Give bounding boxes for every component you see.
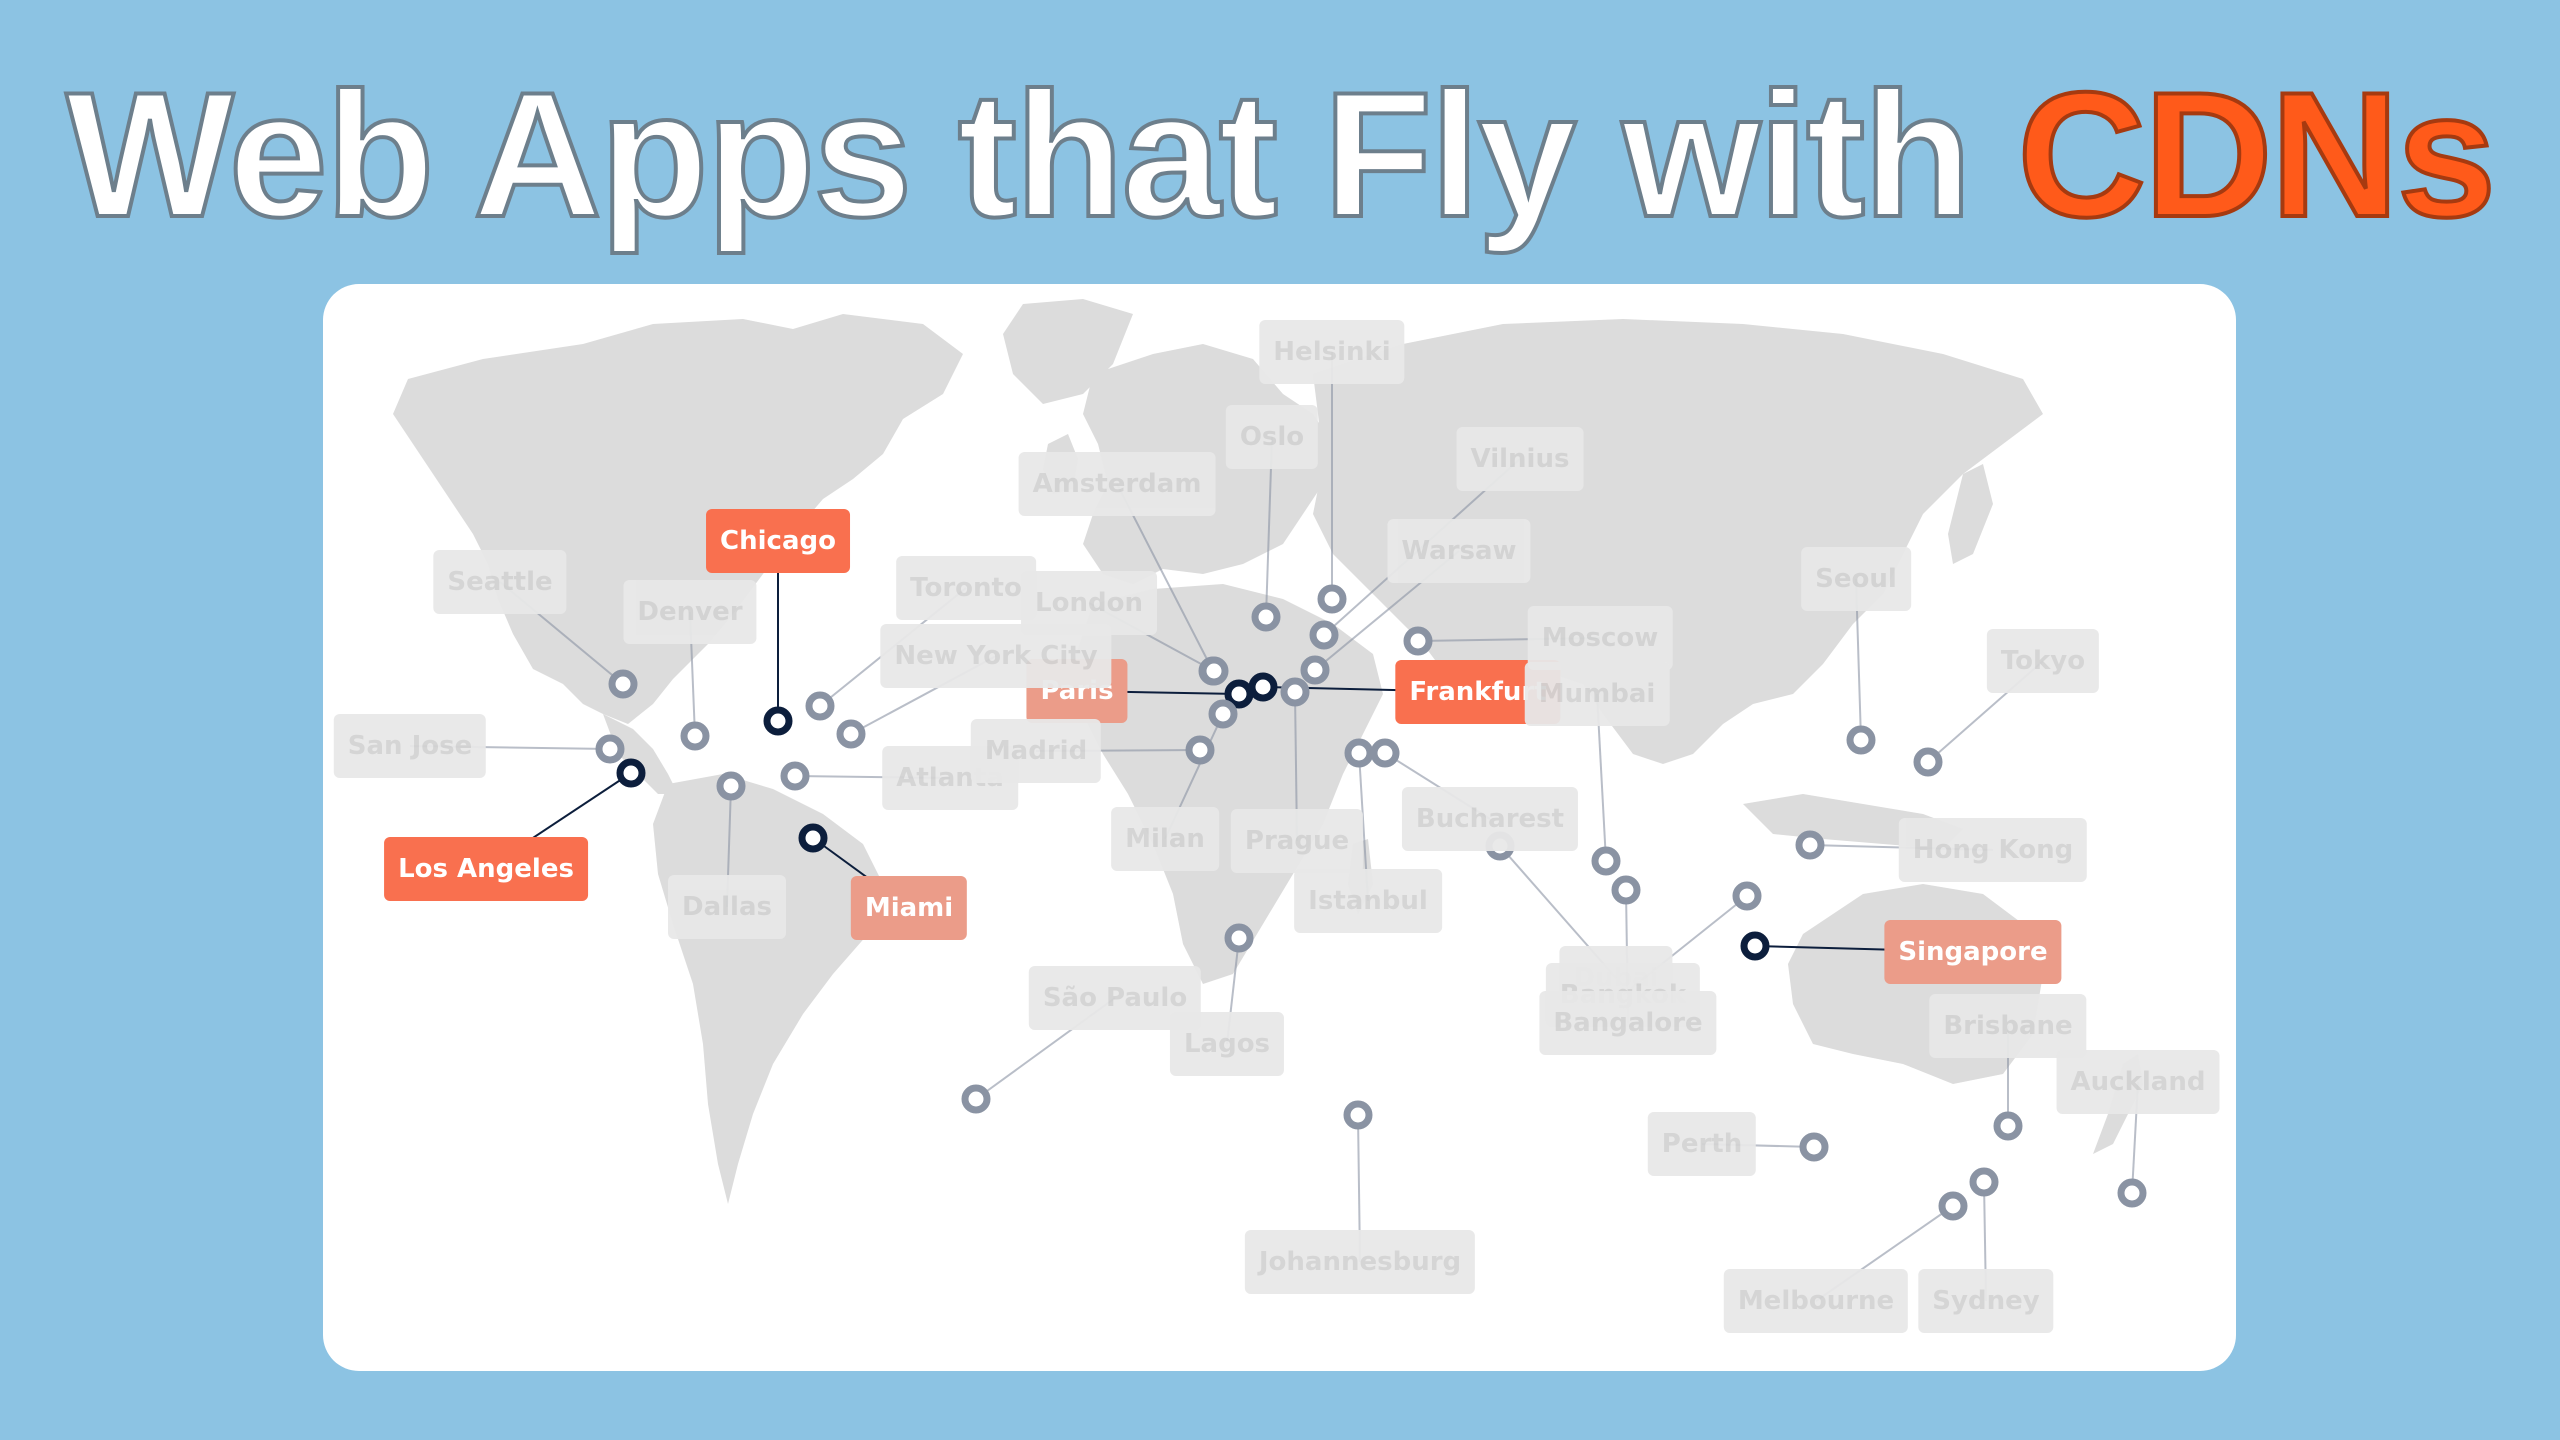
pin-johannesburg[interactable] xyxy=(1343,1100,1373,1130)
label-moscow: Moscow xyxy=(1527,606,1673,670)
pin-moscow[interactable] xyxy=(1403,626,1433,656)
label-seattle: Seattle xyxy=(433,550,567,614)
label-johannesburg: Johannesburg xyxy=(1244,1230,1476,1294)
pin-prague[interactable] xyxy=(1280,677,1310,707)
label-hong-kong: Hong Kong xyxy=(1898,818,2088,882)
label-sydney: Sydney xyxy=(1918,1269,2054,1333)
label-denver: Denver xyxy=(623,580,757,644)
label-london: London xyxy=(1021,571,1157,635)
pin-seoul[interactable] xyxy=(1846,725,1876,755)
label-tokyo: Tokyo xyxy=(1986,629,2100,693)
pin-tokyo[interactable] xyxy=(1913,747,1943,777)
label-mumbai: Mumbai xyxy=(1524,662,1670,726)
pin-dallas[interactable] xyxy=(716,771,746,801)
pin-melbourne[interactable] xyxy=(1938,1191,1968,1221)
pin-s-o-paulo[interactable] xyxy=(961,1084,991,1114)
pin-bangkok[interactable] xyxy=(1732,881,1762,911)
label-helsinki: Helsinki xyxy=(1259,320,1405,384)
pin-seattle[interactable] xyxy=(608,669,638,699)
label-perth: Perth xyxy=(1647,1112,1757,1176)
title-accent: CDNs xyxy=(2015,53,2498,256)
label-miami: Miami xyxy=(850,876,968,940)
pin-lagos[interactable] xyxy=(1224,923,1254,953)
pin-los-angeles[interactable] xyxy=(616,758,646,788)
world-map-card: Chicago Los Angeles Frankfurt Paris Miami Sin… xyxy=(323,284,2236,1371)
page-title: Web Apps that Fly with CDNs xyxy=(0,53,2560,256)
pin-sydney[interactable] xyxy=(1969,1167,1999,1197)
title-text: Web Apps that Fly with xyxy=(64,53,2018,256)
label-warsaw: Warsaw xyxy=(1387,519,1531,583)
label-lagos: Lagos xyxy=(1169,1012,1285,1076)
pin-bucharest[interactable] xyxy=(1370,738,1400,768)
pin-istanbul[interactable] xyxy=(1344,738,1374,768)
pin-frankfurt[interactable] xyxy=(1248,672,1278,702)
label-madrid: Madrid xyxy=(970,719,1102,783)
label-bucharest: Bucharest xyxy=(1401,787,1579,851)
pin-vilnius[interactable] xyxy=(1309,620,1339,650)
pin-chicago[interactable] xyxy=(763,706,793,736)
label-los-angeles: Los Angeles xyxy=(384,837,588,901)
pin-hong-kong[interactable] xyxy=(1795,830,1825,860)
label-singapore: Singapore xyxy=(1884,920,2062,984)
pin-warsaw[interactable] xyxy=(1300,655,1330,685)
south-america-shape xyxy=(653,774,883,1204)
pin-atlanta[interactable] xyxy=(780,761,810,791)
label-san-jose: San Jose xyxy=(333,714,487,778)
north-america-shape xyxy=(393,314,963,724)
label-amsterdam: Amsterdam xyxy=(1018,452,1216,516)
pin-denver[interactable] xyxy=(680,721,710,751)
label-auckland: Auckland xyxy=(2056,1050,2220,1114)
pin-mumbai[interactable] xyxy=(1591,846,1621,876)
label-milan: Milan xyxy=(1111,807,1219,871)
pin-perth[interactable] xyxy=(1799,1132,1829,1162)
label-toronto: Toronto xyxy=(896,556,1036,620)
pin-miami[interactable] xyxy=(798,823,828,853)
pin-london[interactable] xyxy=(1199,656,1229,686)
label-melbourne: Melbourne xyxy=(1723,1269,1909,1333)
pin-toronto[interactable] xyxy=(805,691,835,721)
pin-bangalore[interactable] xyxy=(1611,875,1641,905)
label-prague: Prague xyxy=(1230,809,1364,873)
pin-new-york-city[interactable] xyxy=(836,719,866,749)
label-brisbane: Brisbane xyxy=(1929,994,2087,1058)
pin-brisbane[interactable] xyxy=(1993,1111,2023,1141)
pin-helsinki[interactable] xyxy=(1317,584,1347,614)
label-dallas: Dallas xyxy=(668,875,786,939)
pin-san-jose[interactable] xyxy=(595,734,625,764)
label-seoul: Seoul xyxy=(1801,547,1911,611)
pin-milan[interactable] xyxy=(1208,699,1238,729)
pin-paris[interactable] xyxy=(1224,679,1254,709)
label-bangalore: Bangalore xyxy=(1539,991,1717,1055)
pin-singapore[interactable] xyxy=(1740,931,1770,961)
label-istanbul: Istanbul xyxy=(1294,869,1442,933)
pin-oslo[interactable] xyxy=(1251,602,1281,632)
label-chicago: Chicago xyxy=(706,509,850,573)
pin-madrid[interactable] xyxy=(1185,735,1215,765)
pin-auckland[interactable] xyxy=(2117,1178,2147,1208)
label-vilnius: Vilnius xyxy=(1456,427,1584,491)
label-oslo: Oslo xyxy=(1225,405,1319,469)
